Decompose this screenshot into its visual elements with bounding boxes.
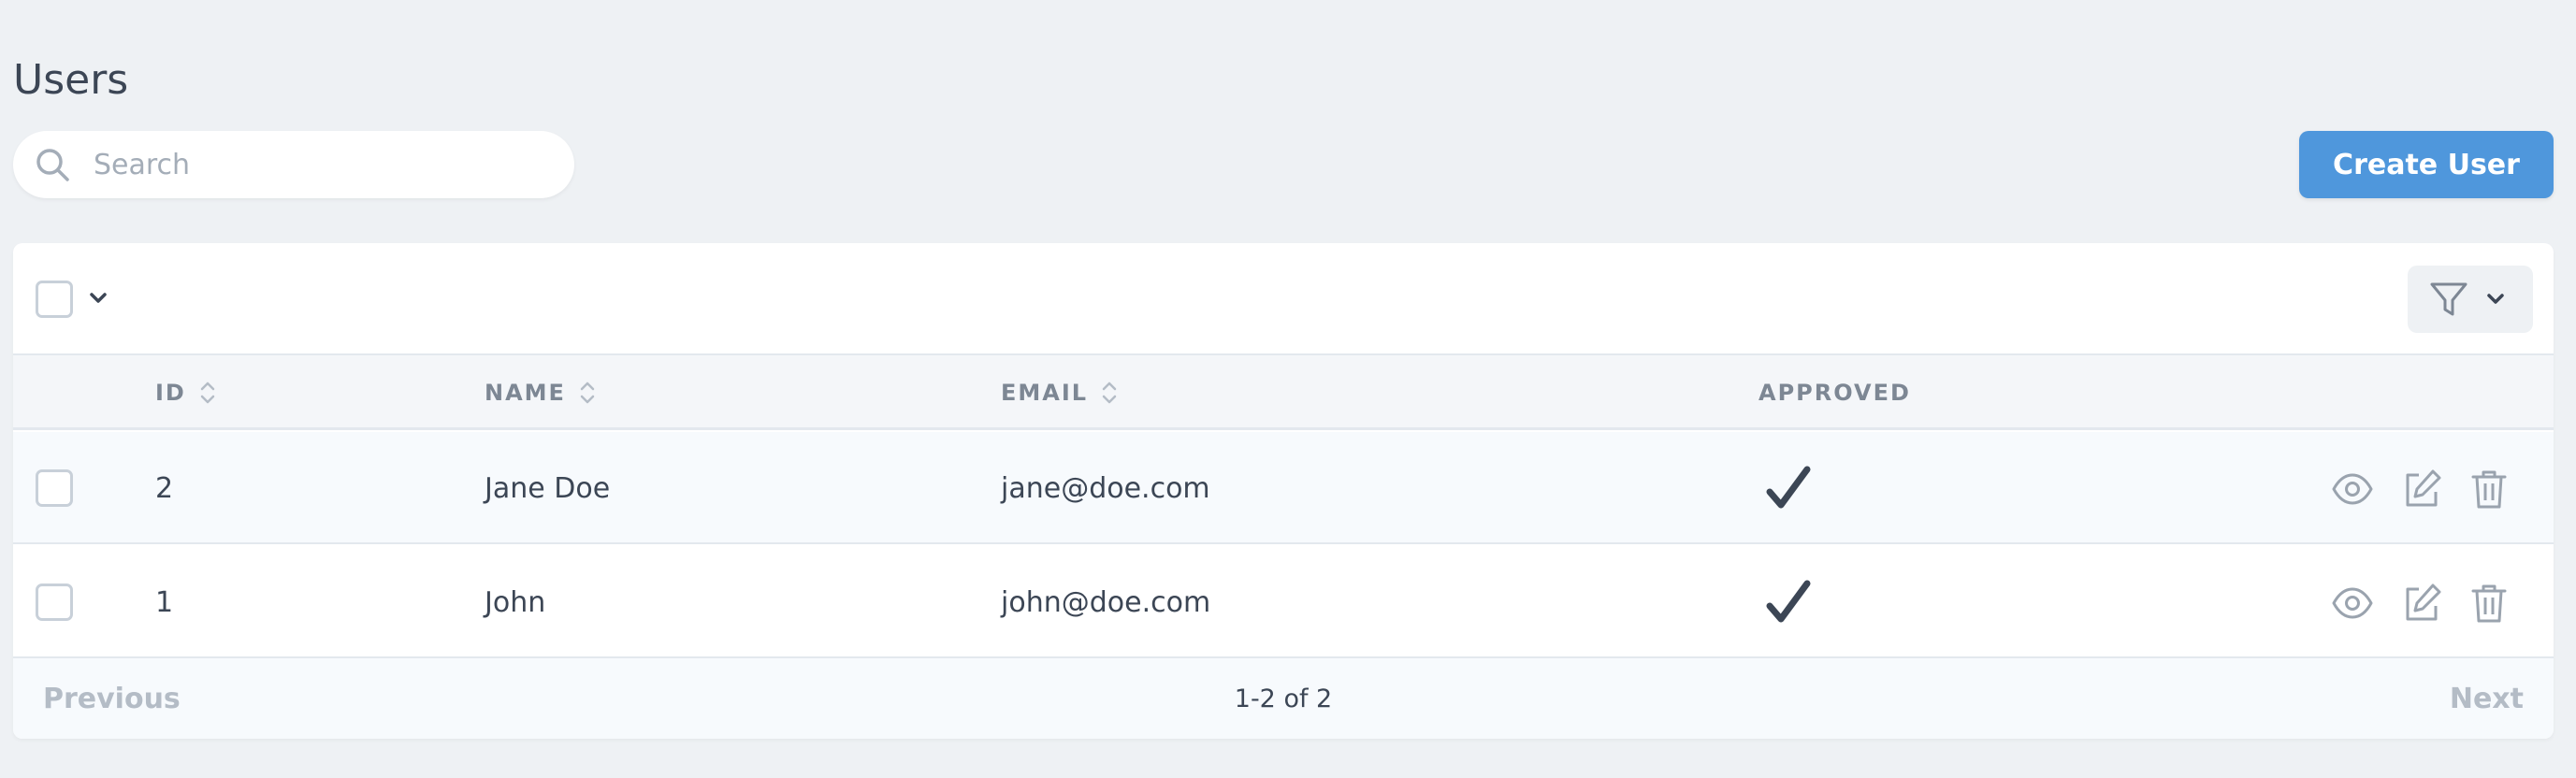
cell-id: 2 [155, 471, 174, 505]
search-input[interactable] [94, 131, 552, 198]
funnel-icon [2430, 282, 2467, 316]
sort-icon[interactable] [197, 379, 218, 407]
cell-id: 1 [155, 585, 174, 619]
table-header: ID NAME EMAIL APPROVED [13, 355, 2554, 430]
chevron-down-icon[interactable] [84, 284, 112, 312]
users-page: Users Create User ID [0, 0, 2576, 778]
check-icon [1766, 466, 1811, 509]
view-icon[interactable] [2331, 468, 2374, 511]
search-box[interactable] [13, 131, 574, 198]
table-row[interactable]: 1 John john@doe.com [13, 546, 2554, 658]
select-all-checkbox[interactable] [36, 281, 73, 318]
check-icon [1766, 580, 1811, 623]
table-row[interactable]: 2 Jane Doe jane@doe.com [13, 432, 2554, 544]
delete-icon[interactable] [2467, 468, 2511, 511]
column-header-label: NAME [485, 380, 566, 406]
page-title: Users [13, 56, 129, 104]
search-icon [36, 149, 69, 181]
row-checkbox[interactable] [36, 469, 73, 507]
filter-button[interactable] [2408, 266, 2533, 333]
users-table-card: ID NAME EMAIL APPROVED 2 Jane Doe jane@d… [13, 243, 2554, 739]
cell-email: jane@doe.com [1001, 471, 1210, 505]
previous-page-button[interactable]: Previous [43, 658, 181, 739]
create-user-button[interactable]: Create User [2299, 131, 2554, 198]
row-checkbox[interactable] [36, 584, 73, 621]
column-header-id[interactable]: ID [155, 355, 218, 430]
column-header-name[interactable]: NAME [485, 355, 598, 430]
delete-icon[interactable] [2467, 582, 2511, 625]
pagination-bar: 1-2 of 2 Previous Next [13, 658, 2554, 739]
column-header-label: EMAIL [1001, 380, 1089, 406]
column-header-approved: APPROVED [1758, 355, 1911, 430]
cell-email: john@doe.com [1001, 585, 1211, 619]
table-toolbar [13, 243, 2554, 355]
chevron-down-icon [2487, 294, 2504, 304]
edit-icon[interactable] [2400, 582, 2443, 625]
view-icon[interactable] [2331, 582, 2374, 625]
next-page-button[interactable]: Next [2450, 658, 2524, 739]
column-header-label: ID [155, 380, 186, 406]
sort-icon[interactable] [1099, 379, 1120, 407]
sort-icon[interactable] [577, 379, 598, 407]
cell-name: John [485, 585, 546, 619]
column-header-label: APPROVED [1758, 380, 1911, 406]
pagination-range: 1-2 of 2 [1234, 684, 1333, 713]
cell-name: Jane Doe [485, 471, 611, 505]
column-header-email[interactable]: EMAIL [1001, 355, 1120, 430]
edit-icon[interactable] [2400, 468, 2443, 511]
